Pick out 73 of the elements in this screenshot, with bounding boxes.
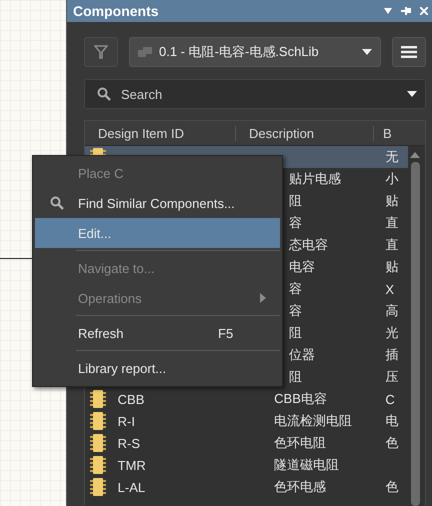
table-cell: 容 bbox=[289, 215, 302, 230]
table-cell: CBB电容 bbox=[274, 391, 327, 406]
search-box[interactable]: Search bbox=[84, 79, 426, 109]
menu-item-label: Edit... bbox=[78, 226, 112, 240]
table-cell: 位器 bbox=[289, 347, 315, 362]
menu-item[interactable]: Refresh F5 bbox=[35, 318, 280, 348]
table-cell: 直 bbox=[385, 237, 398, 252]
table-cell: L-AL bbox=[118, 480, 146, 494]
table-cell: 高 bbox=[385, 303, 398, 318]
table-cell: 电容 bbox=[289, 259, 315, 274]
table-cell: 插 bbox=[385, 347, 398, 362]
shortcut-label: F5 bbox=[218, 326, 234, 340]
component-icon bbox=[90, 478, 106, 496]
scroll-up-icon[interactable] bbox=[410, 152, 420, 158]
menu-item-label: Navigate to... bbox=[78, 260, 155, 276]
column-header[interactable]: B bbox=[383, 126, 392, 140]
filter-button[interactable] bbox=[84, 37, 118, 67]
search-icon bbox=[97, 87, 111, 101]
table-cell: 贴片电感 bbox=[289, 171, 341, 186]
table-cell: 阻 bbox=[289, 369, 302, 384]
table-cell: 态电容 bbox=[289, 237, 328, 252]
dropdown-icon[interactable] bbox=[384, 8, 392, 14]
menu-item[interactable]: Find Similar Components... bbox=[35, 188, 280, 218]
scrollbar-thumb[interactable] bbox=[410, 162, 420, 506]
menu-button[interactable] bbox=[392, 37, 426, 67]
component-icon bbox=[90, 456, 106, 474]
menu-item-label: Find Similar Components... bbox=[78, 196, 235, 210]
submenu-arrow-icon bbox=[260, 292, 266, 302]
column-header[interactable]: Design Item ID bbox=[98, 126, 184, 140]
table-cell: 无 bbox=[385, 149, 398, 164]
component-icon bbox=[90, 434, 106, 452]
table-cell: R-I bbox=[118, 414, 135, 428]
search-icon bbox=[50, 196, 64, 210]
component-icon bbox=[90, 412, 106, 430]
search-field[interactable]: Search bbox=[119, 86, 399, 102]
table-cell: 阻 bbox=[289, 325, 302, 340]
table-cell: 色环电感 bbox=[274, 479, 326, 494]
component-icon bbox=[90, 390, 106, 408]
column-header[interactable]: Description bbox=[249, 126, 314, 140]
caret-icon bbox=[407, 91, 417, 97]
table-cell: 容 bbox=[289, 281, 302, 296]
table-cell: 容 bbox=[289, 303, 302, 318]
table-cell: C bbox=[385, 392, 395, 406]
table-cell: 色环电阻 bbox=[274, 435, 326, 450]
filter-icon bbox=[94, 45, 108, 59]
close-icon[interactable] bbox=[420, 7, 428, 15]
menu-item-label: Library report... bbox=[78, 360, 166, 376]
menu-item-label: Operations bbox=[78, 290, 142, 306]
table-cell: 贴 bbox=[385, 193, 398, 208]
table-cell: 隧道磁电阻 bbox=[274, 457, 340, 472]
table-cell: 阻 bbox=[289, 193, 302, 208]
menu-item-label: Refresh bbox=[78, 326, 124, 340]
table-cell: 直 bbox=[385, 215, 398, 230]
caret-icon bbox=[362, 49, 372, 55]
table-cell: CBB bbox=[118, 392, 144, 406]
pin-icon[interactable] bbox=[401, 7, 411, 15]
table-cell: 色 bbox=[385, 435, 398, 450]
table-cell: TMR bbox=[118, 458, 146, 472]
library-dropdown[interactable]: 0.1 - 电阻-电容-电感.SchLib bbox=[129, 37, 381, 67]
panel-title: Components bbox=[73, 3, 159, 19]
table-cell: 色 bbox=[385, 479, 398, 494]
table-cell: 电 bbox=[385, 413, 398, 428]
menu-item-label: Place C bbox=[78, 166, 124, 180]
table-cell: 贴 bbox=[385, 259, 398, 274]
table-cell: 小 bbox=[385, 171, 398, 186]
table-cell: 光 bbox=[385, 325, 398, 340]
table-cell: R-S bbox=[118, 436, 140, 450]
library-icon bbox=[138, 47, 152, 57]
table-cell: X bbox=[385, 282, 394, 296]
table-cell: 压 bbox=[385, 369, 398, 384]
menu-item[interactable]: Library report... bbox=[35, 353, 280, 383]
table-cell: 电流检测电阻 bbox=[274, 413, 352, 428]
menu-icon bbox=[401, 46, 417, 58]
